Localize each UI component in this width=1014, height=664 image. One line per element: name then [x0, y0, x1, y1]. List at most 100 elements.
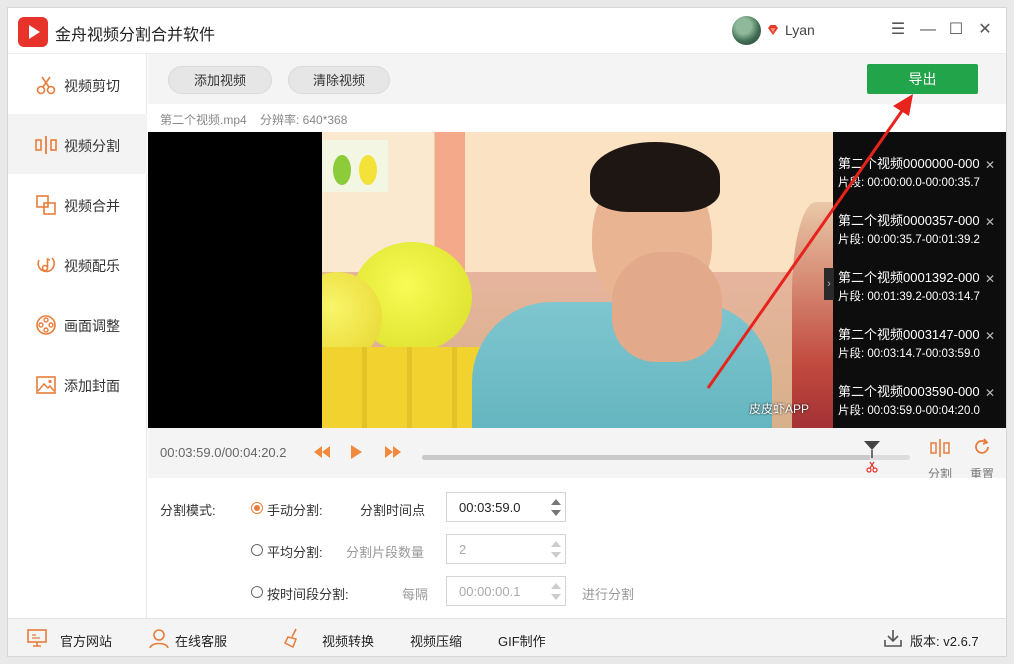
monitor-icon: [27, 629, 47, 647]
film-reel-icon: [36, 315, 56, 335]
video-compress-link[interactable]: 视频压缩: [410, 631, 462, 650]
interval-split-radio[interactable]: [251, 586, 263, 598]
sidebar-item-merge[interactable]: 视频合并: [8, 174, 147, 234]
stepper-arrows[interactable]: [547, 577, 565, 605]
title-bar: 金舟视频分割合并软件 Lyan ☰ — ☐ ✕: [8, 8, 1006, 54]
manual-split-radio[interactable]: [251, 502, 263, 514]
video-preview[interactable]: 皮皮虾APP: [148, 132, 833, 428]
segment-name: 第二个视频0003147-000: [838, 327, 980, 342]
segment-count-value: 2: [459, 542, 467, 557]
segment-item[interactable]: 第二个视频0000357-000 ✕ 片段: 00:00:35.7-00:01:…: [833, 197, 1006, 254]
segment-item[interactable]: 第二个视频0003147-000 ✕ 片段: 00:03:14.7-00:03:…: [833, 311, 1006, 368]
stepper-arrows[interactable]: [547, 493, 565, 521]
average-split-label[interactable]: 平均分割:: [267, 542, 323, 561]
video-watermark: 皮皮虾APP: [749, 402, 810, 416]
broom-icon: [283, 628, 297, 649]
stepper-down-icon[interactable]: [551, 510, 561, 516]
file-info-bar: 第二个视频.mp4 分辨率: 640*368: [148, 104, 1006, 132]
timecode: 00:03:59.0/00:04:20.2: [160, 445, 287, 460]
split-icon: [930, 439, 950, 457]
segment-item[interactable]: 第二个视频0001392-000 ✕ 片段: 00:01:39.2-00:03:…: [833, 254, 1006, 311]
image-icon: [36, 376, 56, 394]
stepper-up-icon[interactable]: [551, 499, 561, 505]
remove-segment-icon[interactable]: ✕: [985, 158, 995, 172]
app-window: 金舟视频分割合并软件 Lyan ☰ — ☐ ✕ 视频剪切 视频分割 视频合并 视…: [7, 7, 1007, 657]
split-time-label: 分割时间点: [360, 503, 426, 518]
music-icon: [37, 257, 55, 273]
file-name: 第二个视频.mp4: [160, 113, 247, 127]
stepper-up-icon[interactable]: [551, 583, 561, 589]
official-website-link[interactable]: 官方网站: [60, 631, 112, 650]
segment-name: 第二个视频0003590-000: [838, 384, 980, 399]
manual-split-label[interactable]: 手动分割:: [267, 500, 323, 519]
app-title: 金舟视频分割合并软件: [55, 27, 216, 44]
stepper-down-icon[interactable]: [551, 594, 561, 600]
segment-count-input[interactable]: 2: [446, 534, 566, 564]
segment-name: 第二个视频0000000-000: [838, 156, 980, 171]
merge-icon: [36, 195, 56, 215]
clear-video-button[interactable]: 清除视频: [288, 66, 390, 94]
file-resolution: 分辨率: 640*368: [260, 113, 348, 127]
remove-segment-icon[interactable]: ✕: [985, 329, 995, 343]
gif-maker-link[interactable]: GIF制作: [498, 631, 546, 650]
sidebar-item-split[interactable]: 视频分割: [8, 114, 147, 174]
menu-icon[interactable]: ☰: [888, 20, 908, 40]
segment-time: 片段: 00:01:39.2-00:03:14.7: [838, 291, 980, 303]
interval-value: 00:00:00.1: [459, 584, 521, 599]
toolbar: 添加视频 清除视频 导出: [148, 54, 1006, 104]
split-time-input[interactable]: 00:03:59.0: [446, 492, 566, 522]
sidebar-item-label: 视频剪切: [64, 78, 120, 94]
rewind-icon[interactable]: [313, 443, 331, 461]
video-frame: 皮皮虾APP: [322, 132, 833, 428]
refresh-icon: [975, 438, 989, 454]
export-button[interactable]: 导出: [867, 64, 978, 94]
sidebar-item-music[interactable]: 视频配乐: [8, 234, 147, 294]
segment-time: 片段: 00:00:35.7-00:01:39.2: [838, 234, 980, 246]
interval-split-label[interactable]: 按时间段分割:: [267, 584, 349, 603]
fast-forward-icon[interactable]: [384, 443, 402, 461]
split-marker-icon[interactable]: [862, 441, 882, 475]
footer-bar: 官方网站 在线客服 视频转换 视频压缩 GIF制作 版本: v2.6.7: [8, 618, 1006, 656]
segment-count-label: 分割片段数量: [346, 545, 425, 560]
sidebar-item-label: 视频配乐: [64, 258, 120, 274]
avatar[interactable]: [732, 16, 761, 45]
segment-item[interactable]: 第二个视频0000000-000 ✕ 片段: 00:00:00.0-00:00:…: [833, 140, 1006, 197]
segment-time: 片段: 00:03:59.0-00:04:20.0: [838, 405, 980, 417]
footprints-sticker-icon: [322, 140, 388, 192]
remove-segment-icon[interactable]: ✕: [985, 215, 995, 229]
stepper-arrows[interactable]: [547, 535, 565, 563]
split-mode-label: 分割模式:: [160, 503, 216, 518]
progress-track[interactable]: [422, 455, 910, 460]
close-button[interactable]: ✕: [975, 20, 995, 40]
online-support-link[interactable]: 在线客服: [175, 631, 227, 650]
add-video-button[interactable]: 添加视频: [168, 66, 272, 94]
sidebar-item-label: 视频分割: [64, 138, 120, 154]
maximize-button[interactable]: ☐: [946, 20, 966, 40]
sidebar-item-label: 添加封面: [64, 378, 120, 394]
username[interactable]: Lyan: [785, 22, 815, 38]
sidebar-item-cut[interactable]: 视频剪切: [8, 54, 147, 114]
stepper-up-icon[interactable]: [551, 541, 561, 547]
split-time-value: 00:03:59.0: [459, 500, 521, 515]
remove-segment-icon[interactable]: ✕: [985, 272, 995, 286]
remove-segment-icon[interactable]: ✕: [985, 386, 995, 400]
sidebar-item-cover[interactable]: 添加封面: [8, 354, 147, 414]
segment-item[interactable]: 第二个视频0003590-000 ✕ 片段: 00:03:59.0-00:04:…: [833, 368, 1006, 425]
play-icon[interactable]: [348, 443, 364, 461]
average-split-radio[interactable]: [251, 544, 263, 556]
download-icon[interactable]: [882, 627, 904, 649]
progress-fill: [422, 455, 870, 460]
reset-button[interactable]: 重置: [964, 438, 1000, 481]
stepper-down-icon[interactable]: [551, 552, 561, 558]
split-icon: [35, 136, 57, 154]
minimize-button[interactable]: —: [918, 20, 938, 40]
interval-every-label: 每隔: [402, 587, 429, 602]
scissors-icon: [36, 76, 56, 95]
interval-input[interactable]: 00:00:00.1: [446, 576, 566, 606]
video-convert-link[interactable]: 视频转换: [322, 631, 374, 650]
segment-name: 第二个视频0000357-000: [838, 213, 980, 228]
sidebar-item-adjust[interactable]: 画面调整: [8, 294, 147, 354]
app-logo-icon: [18, 17, 48, 47]
split-settings-panel: 分割模式: 手动分割: 分割时间点 00:03:59.0 平均分割: 分割片段数…: [148, 478, 1006, 618]
split-button[interactable]: 分割: [922, 438, 958, 481]
